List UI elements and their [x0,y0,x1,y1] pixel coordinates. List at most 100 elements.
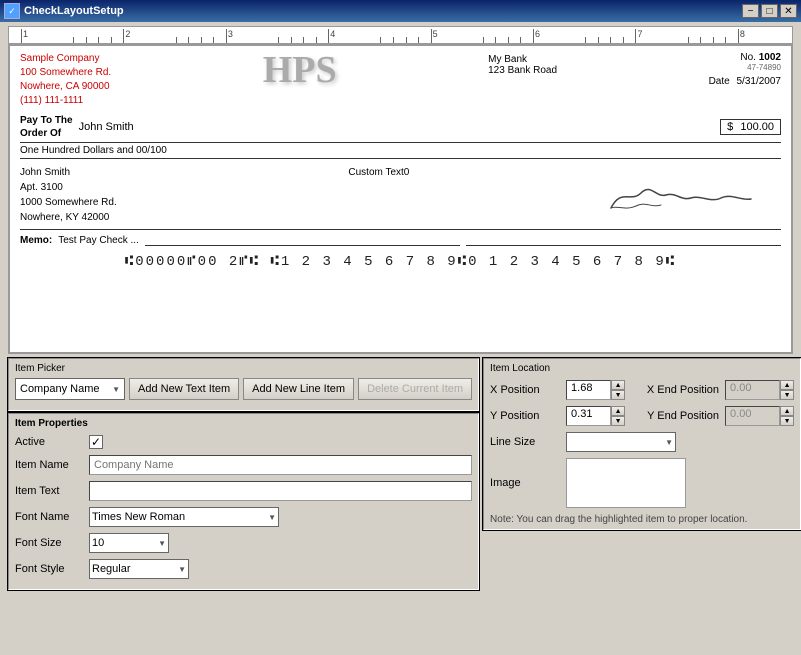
right-panel: Item Location X Position 1.68 ▲ ▼ X End … [483,358,801,655]
bank-info: My Bank 123 Bank Road [488,54,557,76]
font-size-select[interactable]: 10 ▼ [89,533,169,553]
font-name-row: Font Name Times New Roman ▼ [15,507,472,527]
payee-name: John Smith [79,121,713,133]
company-line2: 100 Somewhere Rd. [20,66,111,80]
y-end-value[interactable]: 0.00 [725,406,780,426]
memo-signature-line [466,234,781,246]
x-pos-value[interactable]: 1.68 [566,380,611,400]
x-pos-label: X Position [490,384,560,396]
ruler-tick-1: 1 [21,29,73,43]
ruler-container: 1 2 3 [0,22,801,44]
add-text-item-button[interactable]: Add New Text Item [129,378,239,400]
line-size-arrow-icon: ▼ [665,438,673,447]
ruler-tick-8: 8 [738,29,790,43]
item-name-input[interactable] [89,455,472,475]
memo-label: Memo: [20,235,52,246]
item-picker-panel: Item Picker Company Name ▼ Add New Text … [8,358,479,411]
amount-value: 100.00 [740,121,774,133]
y-pos-value[interactable]: 0.31 [566,406,611,426]
font-name-arrow-icon: ▼ [268,513,276,522]
ruler-tick-7: 7 [635,29,687,43]
picker-row: Company Name ▼ Add New Text Item Add New… [15,378,472,400]
note-text: Note: You can drag the highlighted item … [490,514,794,525]
company-info: Sample Company 100 Somewhere Rd. Nowhere… [20,52,111,108]
window-title: CheckLayoutSetup [24,5,738,17]
payee-addr-line3: 1000 Somewhere Rd. [20,195,117,210]
font-name-select[interactable]: Times New Roman ▼ [89,507,279,527]
payee-addr-line1: John Smith [20,165,117,180]
item-properties-title: Item Properties [15,418,472,429]
ruler-tick-5: 5 [431,29,483,43]
ruler-tick-6: 6 [533,29,585,43]
font-size-label: Font Size [15,537,85,549]
font-style-arrow-icon: ▼ [178,565,186,574]
y-position-row: Y Position 0.31 ▲ ▼ Y End Position 0.00 [490,406,794,426]
amount-box: $ 100.00 [720,119,781,135]
y-end-spinner: 0.00 ▲ ▼ [725,406,794,426]
y-end-up-button[interactable]: ▲ [780,406,794,416]
dropdown-arrow-icon: ▼ [112,385,120,394]
payee-addr-line2: Apt. 3100 [20,180,117,195]
image-row: Image [490,458,794,508]
written-amount: One Hundred Dollars and 00/100 [20,145,781,159]
font-style-label: Font Style [15,563,85,575]
image-box[interactable] [566,458,686,508]
date-label: Date [709,76,730,87]
x-end-spinner: 0.00 ▲ ▼ [725,380,794,400]
signature-svg [601,173,761,218]
x-pos-arrows: ▲ ▼ [611,380,625,400]
x-pos-spinner: 1.68 ▲ ▼ [566,380,625,400]
signature-area [601,165,781,225]
payee-address: John Smith Apt. 3100 1000 Somewhere Rd. … [20,165,117,225]
delete-item-button[interactable]: Delete Current Item [358,378,472,400]
active-checkbox[interactable]: ✓ [89,435,103,449]
maximize-button[interactable]: □ [761,4,778,18]
bank-address: 123 Bank Road [488,65,557,76]
check-no: 1002 [759,52,781,63]
check-no-row: No. 1002 [709,52,781,63]
line-size-select[interactable]: ▼ [566,432,676,452]
item-picker-select[interactable]: Company Name ▼ [15,378,125,400]
bottom-panels: Item Picker Company Name ▼ Add New Text … [8,358,793,655]
item-picker-value: Company Name [20,383,99,395]
font-size-row: Font Size 10 ▼ [15,533,472,553]
check-middle: John Smith Apt. 3100 1000 Somewhere Rd. … [20,165,781,225]
minimize-button[interactable]: − [742,4,759,18]
y-pos-arrows: ▲ ▼ [611,406,625,426]
hps-logo: HPS [263,48,337,92]
x-end-label: X End Position [639,384,719,396]
font-size-arrow-icon: ▼ [158,539,166,548]
bank-name: My Bank [488,54,557,65]
x-pos-up-button[interactable]: ▲ [611,380,625,390]
close-button[interactable]: ✕ [780,4,797,18]
x-position-row: X Position 1.68 ▲ ▼ X End Position 0.00 [490,380,794,400]
micr-line: ⑆00000⑈00 2⑈⑆ ⑆1 2 3 4 5 6 7 8 9⑆0 1 2 3… [20,254,781,270]
y-pos-up-button[interactable]: ▲ [611,406,625,416]
x-end-up-button[interactable]: ▲ [780,380,794,390]
check-no-label: No. [740,52,756,63]
add-line-item-button[interactable]: Add New Line Item [243,378,354,400]
ruler-tick-2: 2 [123,29,175,43]
y-end-arrows: ▲ ▼ [780,406,794,426]
y-pos-down-button[interactable]: ▼ [611,416,625,426]
y-end-down-button[interactable]: ▼ [780,416,794,426]
memo-value: Test Pay Check ... [58,235,139,246]
date-row: Date 5/31/2007 [709,76,781,87]
item-text-input[interactable] [89,481,472,501]
x-end-down-button[interactable]: ▼ [780,390,794,400]
x-pos-down-button[interactable]: ▼ [611,390,625,400]
company-line4: (111) 111-1111 [20,94,111,108]
item-name-label: Item Name [15,459,85,471]
x-end-arrows: ▲ ▼ [780,380,794,400]
item-name-row: Item Name [15,455,472,475]
x-end-value[interactable]: 0.00 [725,380,780,400]
item-text-label: Item Text [15,485,85,497]
title-bar: ✓ CheckLayoutSetup − □ ✕ [0,0,801,22]
y-pos-label: Y Position [490,410,560,422]
main-content: 1 2 3 [0,22,801,655]
y-pos-spinner: 0.31 ▲ ▼ [566,406,625,426]
font-style-select[interactable]: Regular ▼ [89,559,189,579]
item-text-row: Item Text [15,481,472,501]
active-row: Active ✓ [15,435,472,449]
check-number-area: No. 1002 47-74890 Date 5/31/2007 [709,52,781,87]
